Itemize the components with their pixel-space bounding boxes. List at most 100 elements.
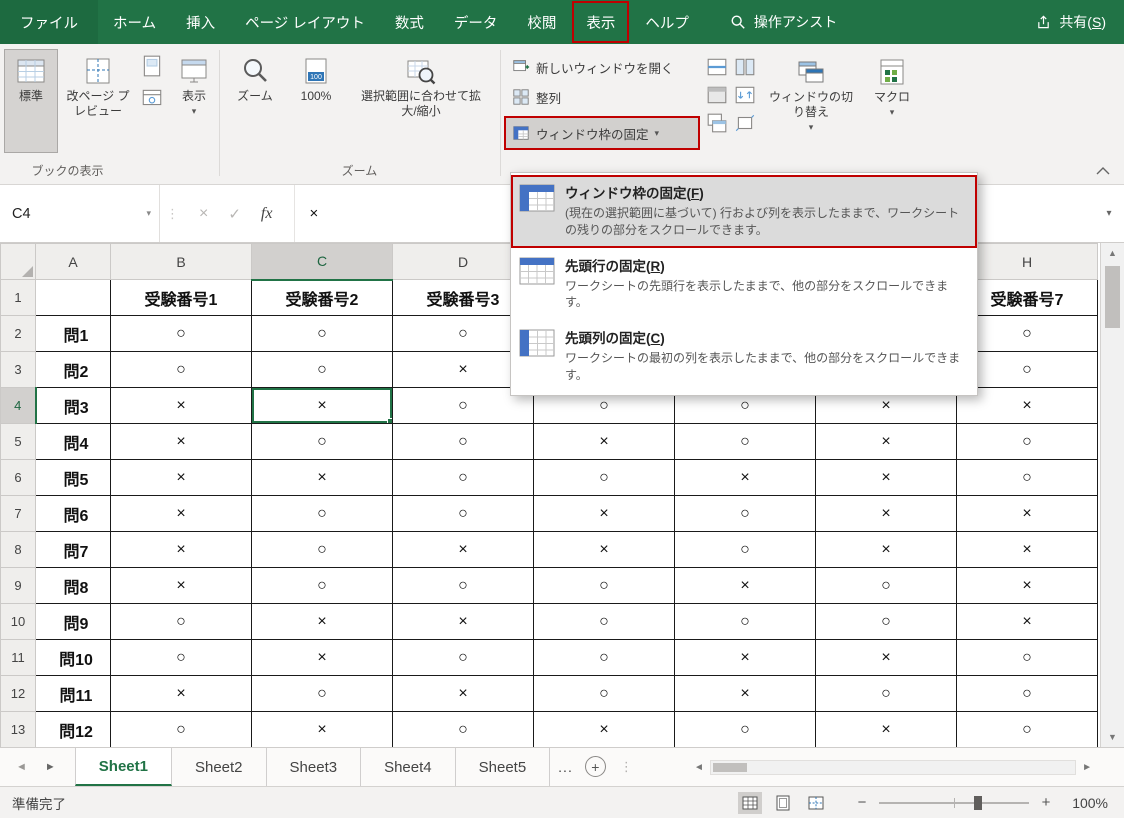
- zoom-slider-track[interactable]: [879, 802, 1029, 804]
- row-header-4[interactable]: 4: [1, 388, 36, 424]
- column-header-B[interactable]: B: [111, 244, 252, 280]
- scroll-up-icon[interactable]: ▲: [1101, 243, 1124, 263]
- tab-formulas[interactable]: 数式: [380, 0, 439, 44]
- cell-B6[interactable]: ×: [111, 460, 252, 496]
- cell-B1[interactable]: 受験番号1: [111, 280, 252, 316]
- sheet-tab-sheet4[interactable]: Sheet4: [361, 748, 456, 786]
- row-header-2[interactable]: 2: [1, 316, 36, 352]
- cell-H10[interactable]: ×: [957, 604, 1098, 640]
- cell-B9[interactable]: ×: [111, 568, 252, 604]
- cell-H11[interactable]: ○: [957, 640, 1098, 676]
- unhide-window-icon[interactable]: [706, 112, 728, 134]
- cell-D7[interactable]: ○: [393, 496, 534, 532]
- cell-H6[interactable]: ○: [957, 460, 1098, 496]
- tab-data[interactable]: データ: [439, 0, 513, 44]
- cell-E11[interactable]: ○: [534, 640, 675, 676]
- tab-home[interactable]: ホーム: [98, 0, 171, 44]
- cell-C9[interactable]: ○: [252, 568, 393, 604]
- page-break-preview-button[interactable]: 改ページ プレビュー: [60, 49, 136, 153]
- reset-window-position-icon[interactable]: [734, 112, 756, 134]
- share-button[interactable]: 共有(S): [1035, 0, 1106, 44]
- cell-E13[interactable]: ×: [534, 712, 675, 748]
- cell-C2[interactable]: ○: [252, 316, 393, 352]
- scroll-right-icon[interactable]: ►: [1076, 762, 1098, 773]
- cell-A3[interactable]: 問2: [36, 352, 111, 388]
- cell-E10[interactable]: ○: [534, 604, 675, 640]
- row-header-3[interactable]: 3: [1, 352, 36, 388]
- zoom-slider-thumb[interactable]: [974, 796, 982, 810]
- cell-G13[interactable]: ×: [816, 712, 957, 748]
- row-header-9[interactable]: 9: [1, 568, 36, 604]
- cell-G7[interactable]: ×: [816, 496, 957, 532]
- scroll-left-icon[interactable]: ◄: [688, 762, 710, 773]
- freeze-panes-button[interactable]: ウィンドウ枠の固定 ▾: [504, 116, 700, 150]
- page-break-shortcut-icon[interactable]: [804, 792, 828, 814]
- sheet-tab-sheet3[interactable]: Sheet3: [267, 748, 362, 786]
- cell-F12[interactable]: ×: [675, 676, 816, 712]
- cell-D13[interactable]: ○: [393, 712, 534, 748]
- cell-B11[interactable]: ○: [111, 640, 252, 676]
- cell-A13[interactable]: 問12: [36, 712, 111, 748]
- cell-C1[interactable]: 受験番号2: [252, 280, 393, 316]
- cell-E5[interactable]: ×: [534, 424, 675, 460]
- cell-F11[interactable]: ×: [675, 640, 816, 676]
- page-layout-view-icon[interactable]: [140, 54, 164, 78]
- cell-D5[interactable]: ○: [393, 424, 534, 460]
- cell-B12[interactable]: ×: [111, 676, 252, 712]
- cell-C12[interactable]: ○: [252, 676, 393, 712]
- macros-button[interactable]: マクロ ▾: [862, 50, 922, 154]
- cell-C5[interactable]: ○: [252, 424, 393, 460]
- cell-B5[interactable]: ×: [111, 424, 252, 460]
- sheet-nav-prev-icon[interactable]: ◄: [0, 748, 36, 786]
- cell-B8[interactable]: ×: [111, 532, 252, 568]
- cell-F10[interactable]: ○: [675, 604, 816, 640]
- row-header-5[interactable]: 5: [1, 424, 36, 460]
- hide-window-icon[interactable]: [706, 84, 728, 106]
- chevron-down-icon[interactable]: ▾: [146, 208, 151, 219]
- cell-A11[interactable]: 問10: [36, 640, 111, 676]
- cell-E7[interactable]: ×: [534, 496, 675, 532]
- cell-D10[interactable]: ×: [393, 604, 534, 640]
- cell-A5[interactable]: 問4: [36, 424, 111, 460]
- collapse-ribbon-chevron-icon[interactable]: [1096, 164, 1110, 174]
- cell-F5[interactable]: ○: [675, 424, 816, 460]
- switch-windows-button[interactable]: ウィンドウの切り替え ▾: [764, 50, 858, 154]
- cell-B10[interactable]: ○: [111, 604, 252, 640]
- vertical-scrollbar[interactable]: ▲ ▼: [1100, 243, 1124, 747]
- cell-B2[interactable]: ○: [111, 316, 252, 352]
- horizontal-scrollbar[interactable]: ◄ ►: [688, 748, 1098, 786]
- insert-function-button[interactable]: fx: [261, 205, 273, 223]
- row-header-10[interactable]: 10: [1, 604, 36, 640]
- menu-item-freeze-top-row[interactable]: 先頭行の固定(R) ワークシートの先頭行を表示したままで、他の部分をスクロールで…: [511, 248, 977, 321]
- cell-A12[interactable]: 問11: [36, 676, 111, 712]
- row-header-12[interactable]: 12: [1, 676, 36, 712]
- tab-review[interactable]: 校閲: [512, 0, 571, 44]
- cell-F8[interactable]: ○: [675, 532, 816, 568]
- scroll-down-icon[interactable]: ▼: [1101, 727, 1124, 747]
- sheet-tab-sheet1[interactable]: Sheet1: [75, 748, 172, 786]
- cell-F13[interactable]: ○: [675, 712, 816, 748]
- row-header-8[interactable]: 8: [1, 532, 36, 568]
- cell-C6[interactable]: ×: [252, 460, 393, 496]
- cell-G9[interactable]: ○: [816, 568, 957, 604]
- cell-A9[interactable]: 問8: [36, 568, 111, 604]
- cell-D6[interactable]: ○: [393, 460, 534, 496]
- cell-H7[interactable]: ×: [957, 496, 1098, 532]
- cell-C3[interactable]: ○: [252, 352, 393, 388]
- formula-bar-expand-icon[interactable]: ▾: [1094, 185, 1124, 242]
- cell-G5[interactable]: ×: [816, 424, 957, 460]
- cell-H12[interactable]: ○: [957, 676, 1098, 712]
- sheet-tab-sheet5[interactable]: Sheet5: [456, 748, 551, 786]
- cell-A8[interactable]: 問7: [36, 532, 111, 568]
- cell-A10[interactable]: 問9: [36, 604, 111, 640]
- row-header-13[interactable]: 13: [1, 712, 36, 748]
- page-layout-shortcut-icon[interactable]: [771, 792, 795, 814]
- menu-item-freeze-panes[interactable]: ウィンドウ枠の固定(F) (現在の選択範囲に基づいて) 行および列を表示したまま…: [511, 175, 977, 248]
- cell-H5[interactable]: ○: [957, 424, 1098, 460]
- cell-G10[interactable]: ○: [816, 604, 957, 640]
- cell-A7[interactable]: 問6: [36, 496, 111, 532]
- zoom-100-button[interactable]: 100 100%: [288, 49, 344, 153]
- cell-H13[interactable]: ○: [957, 712, 1098, 748]
- tell-me-search[interactable]: 操作アシスト: [730, 0, 837, 44]
- synchronous-scrolling-icon[interactable]: [734, 84, 756, 106]
